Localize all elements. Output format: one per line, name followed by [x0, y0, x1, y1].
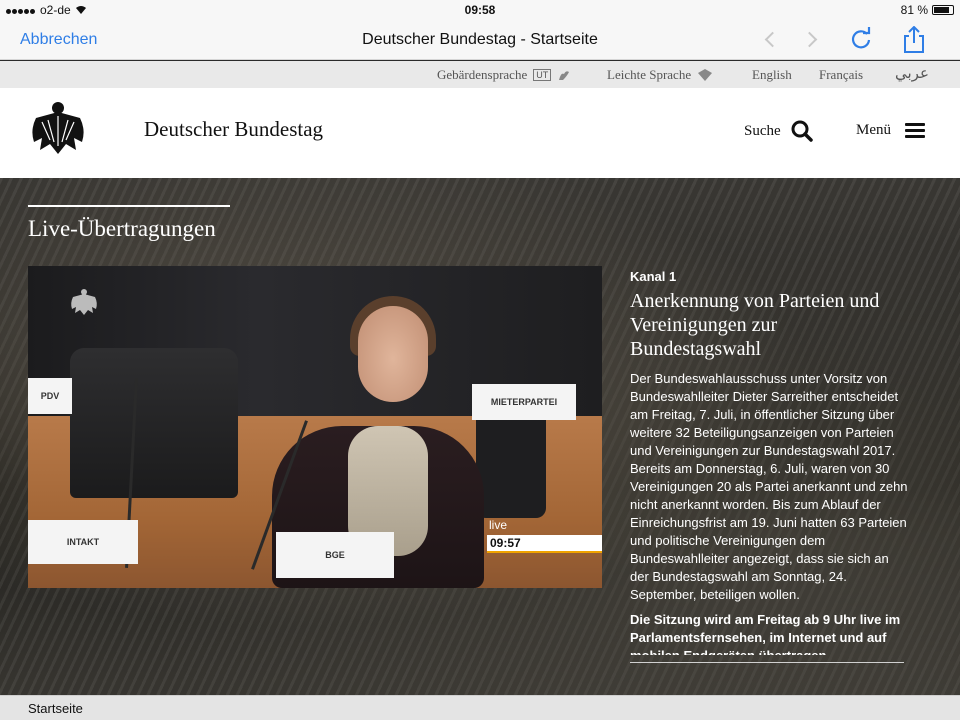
battery-area: 81 % [901, 3, 954, 17]
language-bar: Gebärdensprache UT Leichte Sprache Engli… [0, 61, 960, 88]
live-video-player[interactable]: PDV MIETERPARTEI INTAKT BGE live 09:57 [28, 266, 602, 588]
channel-label: Kanal 1 [630, 269, 677, 284]
menu-label: Menü [856, 122, 891, 138]
share-icon[interactable] [901, 25, 929, 54]
eagle-logo-icon[interactable] [28, 100, 88, 161]
arabic-link[interactable]: عربي [895, 64, 929, 83]
broadcast-headline[interactable]: Anerkennung von Parteien und Vereinigung… [630, 289, 910, 361]
sign-language-icon [559, 71, 570, 80]
brand-title[interactable]: Deutscher Bundestag [144, 117, 323, 142]
video-chair [476, 408, 546, 518]
live-time: 09:57 [487, 535, 602, 553]
hamburger-icon [905, 120, 925, 141]
search-icon [791, 120, 813, 142]
sign-language-link[interactable]: Gebärdensprache UT [437, 67, 571, 83]
bottom-bar: Startseite [0, 695, 960, 720]
status-bar: o2-de 09:58 81 % [0, 0, 960, 20]
menu-button[interactable]: Menü [856, 120, 925, 141]
search-label: Suche [744, 122, 781, 139]
battery-icon [932, 5, 954, 15]
breadcrumb-home[interactable]: Startseite [28, 701, 83, 716]
live-section: Live-Übertragungen PDV MIETERPARTEI INTA… [0, 178, 960, 695]
name-sign: PDV [28, 378, 72, 414]
easy-language-link[interactable]: Leichte Sprache [607, 67, 713, 83]
broadcast-description: Der Bundeswahlausschuss unter Vorsitz vo… [630, 371, 908, 602]
french-link[interactable]: Français [819, 67, 863, 83]
sign-language-label: Gebärdensprache [437, 67, 528, 82]
site-header: Deutscher Bundestag Suche Menü [0, 88, 960, 178]
name-sign: INTAKT [28, 520, 138, 564]
forward-icon[interactable] [800, 26, 828, 54]
english-link[interactable]: English [752, 67, 792, 83]
video-chair [70, 348, 238, 498]
reload-icon[interactable] [848, 26, 876, 54]
section-divider [28, 205, 230, 207]
battery-percent: 81 % [900, 3, 928, 17]
clock: 09:58 [464, 3, 496, 17]
back-icon[interactable] [757, 26, 785, 54]
name-sign: MIETERPARTEI [472, 384, 576, 420]
broadcast-info: Kanal 1 Anerkennung von Parteien und Ver… [630, 269, 910, 655]
search-button[interactable]: Suche [744, 120, 813, 142]
name-sign: BGE [276, 532, 394, 578]
section-title: Live-Übertragungen [28, 216, 216, 241]
channel-logo-icon [68, 288, 100, 321]
browser-navbar: Abbrechen Deutscher Bundestag - Startsei… [0, 20, 960, 60]
info-divider [630, 662, 904, 663]
subtitle-badge: UT [533, 69, 552, 81]
easy-language-icon [698, 69, 713, 81]
video-person-head [358, 306, 428, 402]
broadcast-note: Die Sitzung wird am Freitag ab 9 Uhr liv… [630, 612, 901, 655]
live-label: live [489, 518, 508, 532]
easy-language-label: Leichte Sprache [607, 67, 692, 82]
